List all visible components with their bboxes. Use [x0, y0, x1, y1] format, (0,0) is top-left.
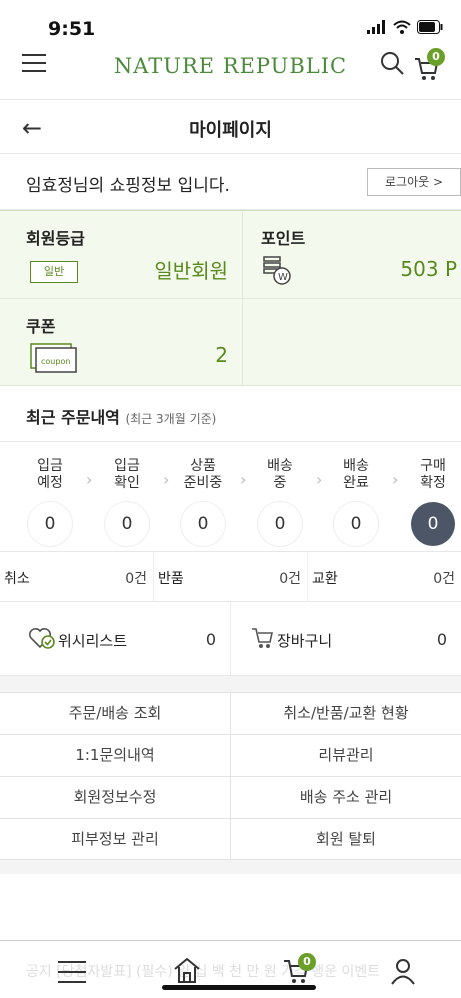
- step-preparing[interactable]: 상품 준비중 0: [173, 458, 233, 546]
- heart-check-icon: [29, 628, 55, 649]
- greeting-row: 임효정님의 쇼핑정보 입니다. 로그아웃 >: [0, 154, 461, 210]
- grade-value: 일반회원: [154, 259, 228, 283]
- menu-reviews[interactable]: 리뷰관리: [231, 735, 461, 776]
- coupon-icon: coupon: [30, 343, 77, 373]
- step-count: 0: [28, 502, 72, 546]
- menu-skin-info[interactable]: 피부정보 관리: [0, 819, 231, 859]
- recent-title-text: 최근 주문내역: [26, 408, 120, 427]
- home-icon[interactable]: [172, 955, 202, 985]
- step-deposit-confirmed[interactable]: 입금 확인 0: [97, 458, 157, 546]
- step-count: 0: [411, 502, 455, 546]
- point-value: 503 P: [400, 257, 457, 281]
- claim-value: 0건: [279, 571, 301, 587]
- menu-claim-status[interactable]: 취소/반품/교환 현황: [231, 693, 461, 734]
- recent-orders-title: 최근 주문내역 (최근 3개월 기준): [26, 404, 216, 428]
- claim-value: 0건: [433, 571, 455, 587]
- recent-orders-header: 최근 주문내역 (최근 3개월 기준): [0, 386, 461, 442]
- step-label: 배송 완료: [343, 458, 369, 491]
- chevron-right-icon: ›: [86, 470, 93, 489]
- claim-exchange[interactable]: 교환 0건: [308, 552, 461, 601]
- status-icons: [367, 20, 443, 34]
- step-count: 0: [334, 502, 378, 546]
- coin-stack-icon: W: [263, 256, 291, 285]
- menu-order-tracking[interactable]: 주문/배송 조회: [0, 693, 231, 734]
- title-bar: ← 마이페이지: [0, 100, 461, 154]
- point-label: 포인트: [261, 229, 306, 248]
- recent-subtitle: (최근 3개월 기준): [125, 412, 217, 426]
- step-shipping[interactable]: 배송 중 0: [250, 458, 310, 546]
- point-cell[interactable]: 포인트 W 503 P: [243, 211, 461, 298]
- search-icon[interactable]: [379, 50, 405, 76]
- claim-label: 반품: [158, 571, 184, 587]
- app-header: NATURE REPUBLIC 0: [0, 42, 461, 100]
- claim-return[interactable]: 반품 0건: [154, 552, 308, 601]
- coupon-cell[interactable]: 쿠폰 coupon 2: [0, 299, 243, 385]
- cart-count: 0: [436, 630, 447, 649]
- section-divider: [0, 860, 461, 874]
- claim-cancel[interactable]: 취소 0건: [0, 552, 154, 601]
- step-label: 상품 준비중: [183, 458, 223, 491]
- grade-badge: 일반: [30, 261, 78, 283]
- nav-cart-badge: 0: [298, 953, 316, 971]
- greeting-text: 임효정님의 쇼핑정보 입니다.: [26, 176, 230, 196]
- order-steps: 입금 예정 0 › 입금 확인 0 › 상품 준비중 0 › 배송 중 0 › …: [0, 442, 461, 552]
- step-label: 배송 중: [267, 458, 293, 491]
- cart-label: 장바구니: [277, 632, 333, 650]
- status-bar: 9:51: [0, 0, 461, 42]
- grade-label: 회원등급: [26, 229, 85, 248]
- step-count: 0: [105, 502, 149, 546]
- step-label: 입금 확인: [114, 458, 140, 491]
- claim-label: 취소: [4, 571, 30, 587]
- step-pending-deposit[interactable]: 입금 예정 0: [20, 458, 80, 546]
- chevron-right-icon: ›: [316, 470, 323, 489]
- section-divider: [0, 676, 461, 692]
- step-label: 구매 확정: [420, 458, 446, 491]
- page-title: 마이페이지: [189, 120, 272, 141]
- logout-button[interactable]: 로그아웃 >: [367, 168, 461, 196]
- cart-button[interactable]: 0: [413, 48, 445, 82]
- menu-edit-profile[interactable]: 회원정보수정: [0, 777, 231, 818]
- cart-badge: 0: [427, 48, 445, 66]
- step-label: 입금 예정: [37, 458, 63, 491]
- grade-cell: 회원등급 일반 일반회원: [0, 211, 243, 298]
- cart-icon: [252, 628, 273, 648]
- menu-inquiries[interactable]: 1:1문의내역: [0, 735, 231, 776]
- chevron-right-icon: ›: [163, 470, 170, 489]
- chevron-right-icon: ›: [392, 470, 399, 489]
- wifi-icon: [393, 20, 411, 34]
- menu-withdraw[interactable]: 회원 탈퇴: [231, 819, 461, 859]
- coupon-label: 쿠폰: [26, 317, 56, 336]
- empty-cell: [243, 299, 461, 385]
- notice-ticker[interactable]: 공지 [당첨자발표] (필수) 일 십 백 천 만 원 가격 행운 이벤트: [26, 961, 426, 981]
- step-count: 0: [181, 502, 225, 546]
- svg-text:coupon: coupon: [41, 357, 70, 366]
- step-purchase-confirmed[interactable]: 구매 확정 0: [403, 458, 461, 546]
- claim-label: 교환: [312, 571, 338, 587]
- nav-cart-button[interactable]: 0: [282, 947, 316, 987]
- signal-icon: [367, 20, 385, 34]
- wishlist-cart-row: 위시리스트 0 장바구니 0: [0, 602, 461, 676]
- step-delivered[interactable]: 배송 완료 0: [326, 458, 386, 546]
- wishlist-count: 0: [205, 630, 216, 649]
- claims-row: 취소 0건 반품 0건 교환 0건: [0, 552, 461, 602]
- step-count: 0: [258, 502, 302, 546]
- member-info-panel: 회원등급 일반 일반회원 포인트 W 503 P 쿠폰 coupon 2: [0, 210, 461, 386]
- svg-text:W: W: [278, 272, 288, 283]
- menu-address-book[interactable]: 배송 주소 관리: [231, 777, 461, 818]
- cart-summary-button[interactable]: 장바구니 0: [231, 602, 461, 675]
- chevron-right-icon: ›: [240, 470, 247, 489]
- user-icon[interactable]: [390, 957, 416, 985]
- wishlist-label: 위시리스트: [58, 632, 128, 650]
- account-menu-grid: 주문/배송 조회 취소/반품/교환 현황 1:1문의내역 리뷰관리 회원정보수정…: [0, 692, 461, 860]
- status-time: 9:51: [48, 18, 96, 40]
- battery-icon: [417, 20, 443, 34]
- nav-menu-icon[interactable]: [58, 961, 86, 983]
- claim-value: 0건: [125, 571, 147, 587]
- wishlist-button[interactable]: 위시리스트 0: [0, 602, 231, 675]
- home-indicator: [162, 985, 316, 990]
- coupon-value: 2: [215, 343, 228, 367]
